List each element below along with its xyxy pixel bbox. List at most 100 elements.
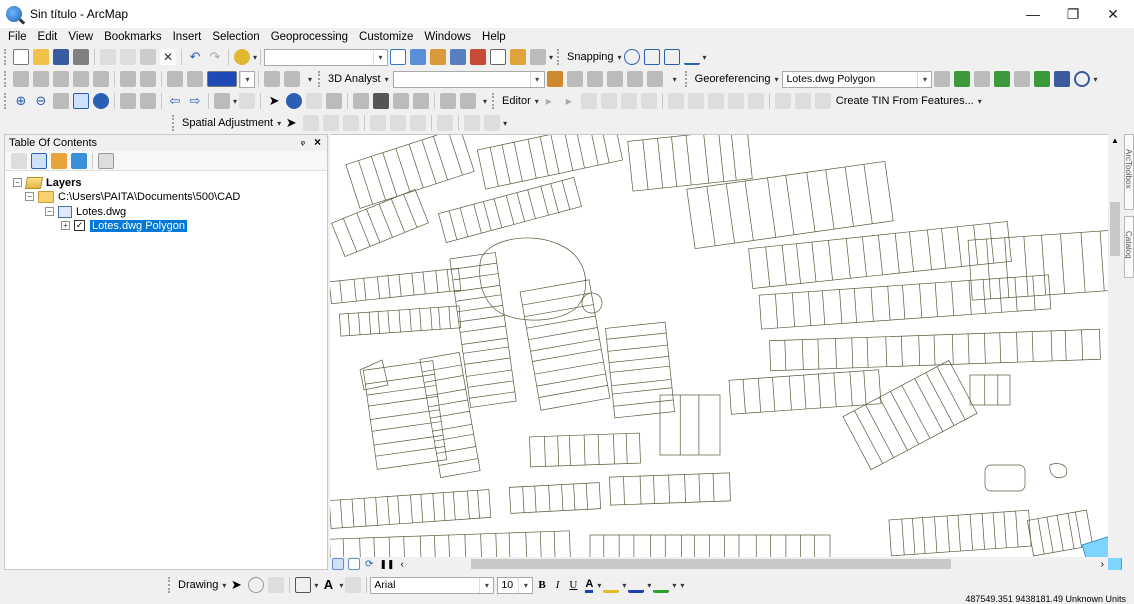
straight-segment-icon[interactable] — [580, 93, 597, 109]
list-by-source-icon[interactable] — [31, 152, 47, 169]
refresh-icon[interactable] — [1074, 71, 1091, 87]
georef-tool-2-icon[interactable] — [1034, 71, 1051, 87]
tree-layer-row[interactable]: + ✓ Lotes.dwg Polygon — [61, 218, 187, 233]
point-icon[interactable] — [640, 93, 657, 109]
bold-button[interactable]: B — [538, 579, 545, 591]
html-popup-icon[interactable] — [326, 93, 343, 109]
link-table-icon[interactable] — [1054, 71, 1071, 87]
grid-tool-2-icon[interactable] — [140, 71, 156, 87]
map-view[interactable] — [330, 134, 1122, 570]
chevron-down-icon[interactable]: ▾ — [647, 581, 651, 590]
arctoolbox-tab[interactable]: ArcToolbox — [1124, 134, 1134, 210]
toolbar-grip[interactable] — [172, 115, 176, 131]
chevron-down-icon[interactable]: ▾ — [314, 581, 318, 590]
zoom-out-fixed-icon[interactable] — [33, 71, 49, 87]
redo-icon[interactable]: ↷ — [207, 49, 223, 65]
collapse-icon[interactable]: − — [25, 192, 34, 201]
tree-dataset-row[interactable]: − Lotes.dwg — [45, 204, 126, 219]
menu-edit[interactable]: Edit — [38, 31, 58, 43]
menu-insert[interactable]: Insert — [173, 31, 202, 43]
split-icon[interactable] — [727, 93, 744, 109]
chevron-down-icon[interactable]: ▾ — [618, 53, 622, 62]
rotate-icon[interactable] — [934, 71, 951, 87]
hyperlink-icon[interactable] — [306, 93, 323, 109]
chevron-down-icon[interactable]: ▾ — [339, 581, 343, 590]
select-features-icon[interactable] — [214, 93, 230, 109]
spatial-adjustment-menu[interactable]: Spatial Adjustment — [182, 117, 273, 129]
collapse-icon[interactable]: − — [45, 207, 54, 216]
layout-tool-icon[interactable] — [264, 71, 280, 87]
georeferencing-menu[interactable]: Georeferencing — [695, 73, 771, 85]
undo-icon[interactable]: ↶ — [187, 49, 203, 65]
back-arrow-icon[interactable]: ⇦ — [167, 93, 183, 109]
python-window-icon[interactable] — [490, 49, 507, 65]
previous-extent-icon[interactable] — [93, 71, 109, 87]
layer-label[interactable]: Lotes.dwg Polygon — [90, 219, 187, 232]
steepest-path-icon[interactable] — [626, 71, 643, 87]
toolbar-grip[interactable] — [684, 71, 689, 87]
multiple-displacement-icon[interactable] — [343, 115, 360, 131]
data-view-icon[interactable] — [332, 558, 344, 570]
vertex-snapping-icon[interactable] — [663, 49, 680, 65]
toolbar-grip[interactable] — [492, 93, 496, 109]
scroll-right-icon[interactable]: › — [1101, 559, 1104, 570]
chevron-down-icon[interactable]: ▾ — [385, 75, 389, 84]
text-tool-icon[interactable]: A — [320, 577, 336, 593]
create-features-icon[interactable] — [814, 93, 831, 109]
chevron-down-icon[interactable]: ▾ — [233, 97, 237, 106]
font-name-combo[interactable]: Arial ▾ — [370, 576, 495, 594]
new-limited-area-icon[interactable] — [390, 115, 407, 131]
create-tin-button[interactable]: Create TIN From Features... — [836, 95, 974, 107]
edit-tool-icon[interactable]: ▸ — [541, 93, 557, 109]
attribute-transfer-icon[interactable] — [484, 115, 501, 131]
georef-layer-combo[interactable]: Lotes.dwg Polygon ▾ — [782, 70, 933, 88]
edge-match-icon[interactable] — [464, 115, 481, 131]
pause-drawing-icon[interactable]: ❚❚ — [379, 559, 394, 570]
trace-icon[interactable] — [620, 93, 637, 109]
time-slider-icon[interactable] — [440, 93, 457, 109]
edit-annotation-icon[interactable]: ▸ — [561, 93, 577, 109]
chevron-down-icon[interactable]: ▾ — [277, 119, 281, 128]
select-elements-icon[interactable]: ➤ — [228, 577, 244, 593]
fill-color-icon[interactable] — [603, 577, 620, 593]
chevron-down-icon[interactable]: ▾ — [917, 71, 931, 87]
tree-folder-row[interactable]: − C:\Users\PAITA\Documents\500\CAD — [25, 189, 240, 204]
chevron-down-icon[interactable]: ▾ — [535, 97, 539, 106]
chevron-down-icon[interactable]: ▾ — [1093, 75, 1097, 84]
rotate-element-icon[interactable] — [248, 577, 265, 593]
horizontal-scroll-thumb[interactable] — [470, 559, 951, 569]
chevron-down-icon[interactable]: ▾ — [483, 97, 487, 106]
help-icon[interactable] — [530, 49, 547, 65]
pointer-icon[interactable]: ➤ — [266, 93, 282, 109]
view-link-table-icon[interactable] — [437, 115, 454, 131]
underline-button[interactable]: U — [569, 579, 577, 591]
chevron-down-icon[interactable]: ▾ — [597, 581, 601, 590]
open-folder-icon[interactable] — [33, 49, 49, 65]
menu-selection[interactable]: Selection — [212, 31, 259, 43]
full-extent-icon[interactable] — [73, 71, 89, 87]
chevron-down-icon[interactable]: ▾ — [673, 75, 677, 84]
menu-bookmarks[interactable]: Bookmarks — [104, 31, 162, 43]
ramp-combo[interactable]: ▾ — [239, 70, 255, 88]
italic-button[interactable]: I — [556, 579, 560, 591]
chevron-down-icon[interactable]: ▾ — [253, 53, 257, 62]
3d-layer-combo[interactable]: ▾ — [392, 70, 545, 88]
toolbar-grip[interactable] — [4, 93, 8, 109]
chevron-down-icon[interactable]: ▾ — [774, 75, 778, 84]
chevron-down-icon[interactable]: ▾ — [240, 71, 254, 87]
attributes-icon[interactable] — [774, 93, 791, 109]
end-snapping-icon[interactable] — [643, 49, 660, 65]
chevron-down-icon[interactable]: ▾ — [529, 71, 544, 87]
editor-menu[interactable]: Editor — [502, 95, 531, 107]
pan-fixed-icon[interactable] — [53, 71, 69, 87]
georef-tool-icon[interactable] — [1014, 71, 1031, 87]
catalog-window-icon[interactable] — [430, 49, 447, 65]
expand-icon[interactable]: + — [61, 221, 70, 230]
toolbar-grip[interactable] — [4, 49, 8, 65]
font-size-combo[interactable]: 10 ▾ — [497, 576, 534, 594]
point-snapping-icon[interactable] — [623, 49, 640, 65]
fixed-zoom-in-icon[interactable] — [120, 93, 136, 109]
layout-view-icon[interactable] — [348, 558, 360, 570]
cad-parcels-drawing[interactable] — [330, 135, 1122, 570]
font-color-button[interactable]: A — [585, 578, 594, 593]
